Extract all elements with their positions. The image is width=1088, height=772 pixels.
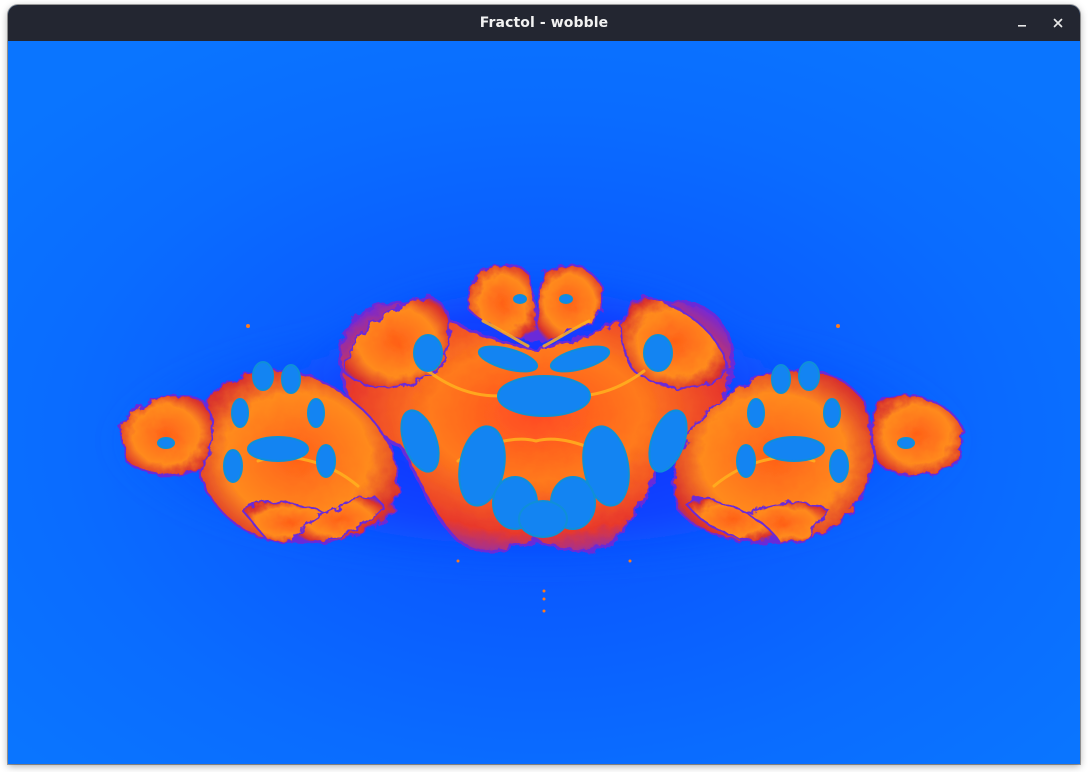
close-icon bbox=[1053, 18, 1063, 28]
minimize-icon bbox=[1018, 25, 1026, 27]
fractal-image bbox=[8, 41, 1080, 764]
fractal-canvas[interactable] bbox=[8, 41, 1080, 764]
title-bar[interactable]: Fractol - wobble bbox=[8, 5, 1080, 41]
close-button[interactable] bbox=[1044, 9, 1072, 37]
window-title: Fractol - wobble bbox=[479, 15, 609, 31]
minimize-button[interactable] bbox=[1008, 9, 1036, 37]
app-window: Fractol - wobble bbox=[8, 5, 1080, 764]
window-controls bbox=[1008, 9, 1072, 37]
